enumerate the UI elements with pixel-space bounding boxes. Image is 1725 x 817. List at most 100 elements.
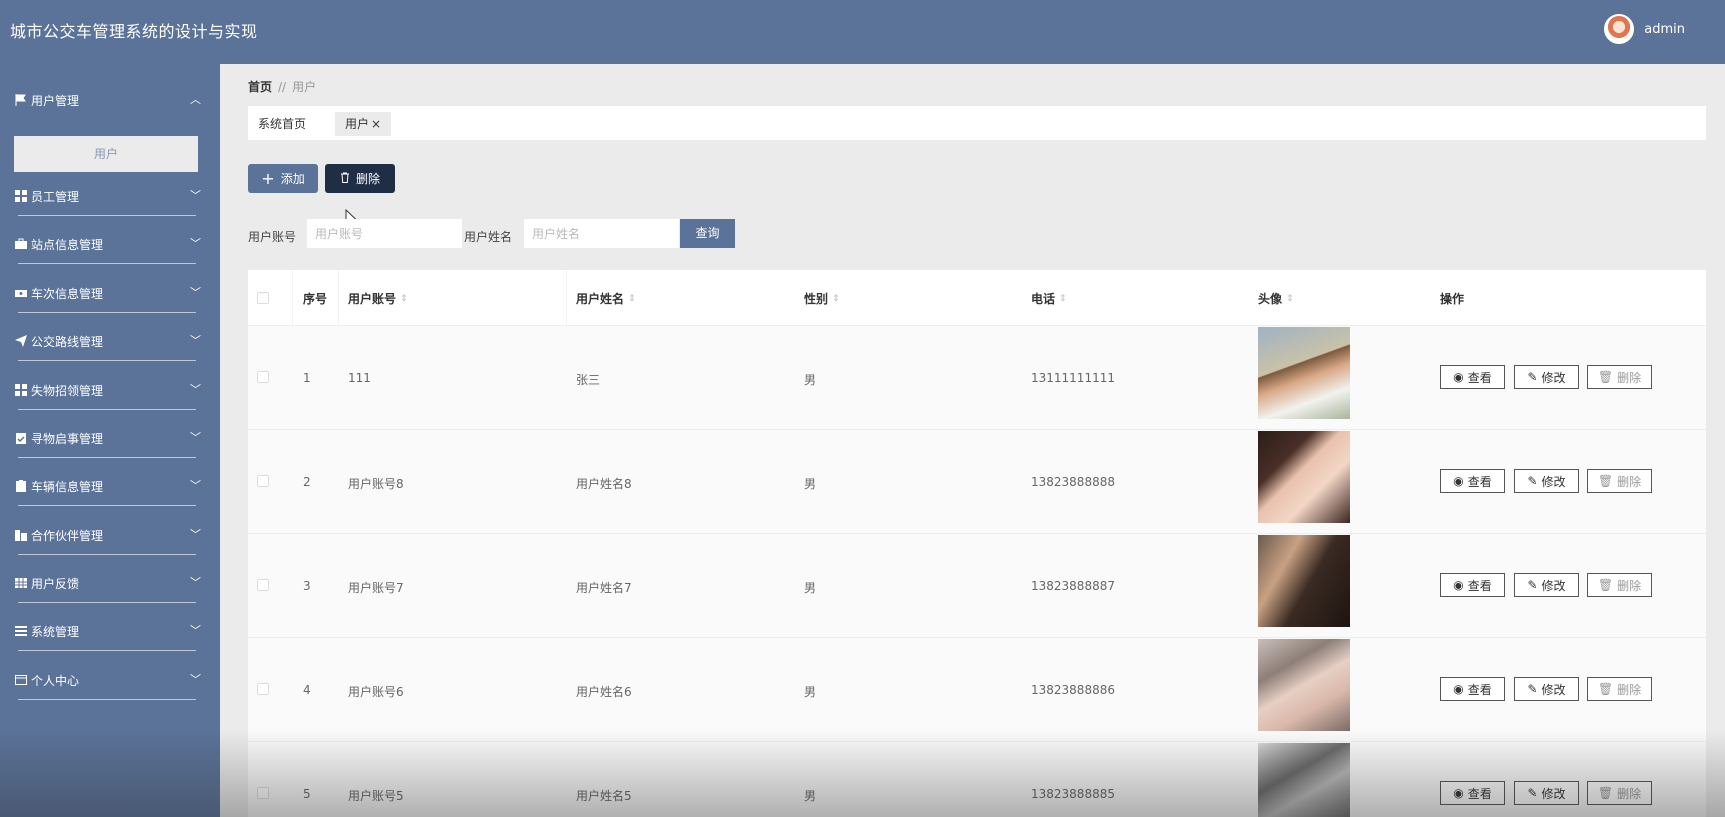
eye-icon: ◉ bbox=[1453, 786, 1464, 800]
cell-phone: 13111111111 bbox=[1031, 371, 1115, 385]
sort-icon[interactable]: ⇕ bbox=[1059, 294, 1067, 304]
sidebar-item-partner[interactable]: 合作伙伴管理 ﹀ bbox=[0, 511, 220, 559]
edit-button-label: 修改 bbox=[1541, 682, 1566, 697]
view-button[interactable]: ◉ 查看 bbox=[1440, 573, 1505, 597]
column-header-account[interactable]: 用户账号 ⇕ bbox=[348, 290, 408, 307]
add-button[interactable]: + 添加 bbox=[248, 164, 318, 193]
briefcase-icon bbox=[14, 237, 27, 250]
sidebar-item-vehicle[interactable]: 车辆信息管理 ﹀ bbox=[0, 462, 220, 510]
column-header-phone[interactable]: 电话 ⇕ bbox=[1031, 290, 1067, 307]
sidebar-item-label: 车辆信息管理 bbox=[31, 480, 104, 494]
sidebar-item-system[interactable]: 系统管理 ﹀ bbox=[0, 607, 220, 655]
account-search-input[interactable] bbox=[307, 219, 462, 248]
cell-account: 111 bbox=[348, 371, 371, 385]
eye-icon: ◉ bbox=[1453, 370, 1464, 384]
clipboard-icon bbox=[14, 431, 27, 444]
sidebar-item-label: 寻物启事管理 bbox=[31, 432, 104, 446]
column-header-label: 操作 bbox=[1440, 292, 1465, 306]
view-button[interactable]: ◉ 查看 bbox=[1440, 781, 1505, 805]
row-checkbox[interactable] bbox=[257, 787, 269, 799]
sidebar-item-station[interactable]: 站点信息管理 ﹀ bbox=[0, 220, 220, 268]
chevron-down-icon: ﹀ bbox=[190, 334, 201, 347]
view-button[interactable]: ◉ 查看 bbox=[1440, 677, 1505, 701]
cell-index: 4 bbox=[303, 683, 311, 697]
row-delete-button[interactable]: 🗑 删除 bbox=[1587, 469, 1652, 493]
edit-button[interactable]: ✎ 修改 bbox=[1514, 365, 1579, 389]
eye-icon: ◉ bbox=[1453, 682, 1464, 696]
sidebar-item-bus-route[interactable]: 公交路线管理 ﹀ bbox=[0, 317, 220, 365]
table-icon bbox=[14, 576, 27, 589]
sort-icon[interactable]: ⇕ bbox=[832, 294, 840, 304]
cell-name: 张三 bbox=[576, 373, 601, 387]
sidebar-item-profile[interactable]: 个人中心 ﹀ bbox=[0, 656, 220, 704]
sidebar-item-feedback[interactable]: 用户反馈 ﹀ bbox=[0, 559, 220, 607]
column-header-avatar[interactable]: 头像 ⇕ bbox=[1258, 290, 1294, 307]
column-header-name[interactable]: 用户姓名 ⇕ bbox=[576, 290, 636, 307]
close-icon[interactable]: × bbox=[371, 117, 381, 131]
sidebar-item-label: 用户反馈 bbox=[31, 577, 80, 591]
view-button[interactable]: ◉ 查看 bbox=[1440, 469, 1505, 493]
sidebar: 用户管理 ︿ 用户 员工管理 ﹀ 站点信息管理 ﹀ 车次信息管理 ﹀ 公交路线管… bbox=[0, 64, 220, 817]
delete-button[interactable]: 删除 bbox=[325, 164, 395, 193]
row-delete-button[interactable]: 🗑 删除 bbox=[1587, 573, 1652, 597]
sidebar-subitem-user[interactable]: 用户 bbox=[14, 136, 198, 172]
edit-button[interactable]: ✎ 修改 bbox=[1514, 469, 1579, 493]
cell-phone: 13823888887 bbox=[1031, 579, 1115, 593]
send-icon bbox=[14, 334, 27, 347]
sidebar-item-lost-found[interactable]: 失物招领管理 ﹀ bbox=[0, 366, 220, 414]
sort-icon[interactable]: ⇕ bbox=[1286, 294, 1294, 304]
trash-icon: 🗑 bbox=[1597, 370, 1614, 384]
sort-icon[interactable]: ⇕ bbox=[628, 294, 636, 304]
cell-name: 用户姓名5 bbox=[576, 789, 632, 803]
query-button[interactable]: 查询 bbox=[680, 219, 735, 248]
trash-icon: 🗑 bbox=[1597, 474, 1614, 488]
row-checkbox[interactable] bbox=[257, 579, 269, 591]
divider bbox=[18, 554, 196, 555]
view-button-label: 查看 bbox=[1467, 578, 1492, 593]
row-delete-button[interactable]: 🗑 删除 bbox=[1587, 781, 1652, 805]
chevron-down-icon: ﹀ bbox=[190, 528, 201, 541]
tab-user[interactable]: 用户 × bbox=[335, 112, 392, 136]
sort-icon[interactable]: ⇕ bbox=[400, 294, 408, 304]
breadcrumb: 首页 // 用户 bbox=[248, 78, 316, 95]
column-header-label: 用户账号 bbox=[348, 292, 397, 306]
edit-button[interactable]: ✎ 修改 bbox=[1514, 781, 1579, 805]
cell-gender: 男 bbox=[804, 789, 817, 803]
table-row: 3 用户账号7 用户姓名7 男 13823888887 ◉ 查看 ✎ 修改 🗑 删除 bbox=[248, 534, 1706, 638]
row-checkbox[interactable] bbox=[257, 475, 269, 487]
edit-button[interactable]: ✎ 修改 bbox=[1514, 573, 1579, 597]
grid-icon bbox=[14, 383, 27, 396]
edit-icon: ✎ bbox=[1527, 682, 1538, 696]
edit-button[interactable]: ✎ 修改 bbox=[1514, 677, 1579, 701]
edit-icon: ✎ bbox=[1527, 578, 1538, 592]
avatar[interactable] bbox=[1604, 14, 1635, 44]
sidebar-item-user-management[interactable]: 用户管理 ︿ bbox=[0, 76, 220, 124]
row-checkbox[interactable] bbox=[257, 371, 269, 383]
tab-label: 系统首页 bbox=[258, 117, 307, 131]
sidebar-item-label: 车次信息管理 bbox=[31, 287, 104, 301]
divider bbox=[18, 699, 196, 700]
chevron-down-icon: ﹀ bbox=[190, 431, 201, 444]
breadcrumb-home[interactable]: 首页 bbox=[248, 80, 272, 94]
cell-index: 2 bbox=[303, 475, 311, 489]
user-menu[interactable]: admin bbox=[1604, 14, 1685, 44]
row-checkbox[interactable] bbox=[257, 683, 269, 695]
window-icon bbox=[14, 673, 27, 686]
view-button[interactable]: ◉ 查看 bbox=[1440, 365, 1505, 389]
name-search-input[interactable] bbox=[524, 219, 679, 248]
avatar-photo bbox=[1258, 535, 1350, 627]
username[interactable]: admin bbox=[1644, 22, 1685, 37]
sidebar-item-employee[interactable]: 员工管理 ﹀ bbox=[0, 172, 220, 220]
cell-name: 用户姓名6 bbox=[576, 685, 632, 699]
sidebar-item-label: 系统管理 bbox=[31, 625, 80, 639]
select-all-checkbox[interactable] bbox=[257, 292, 269, 304]
sidebar-item-lost-notice[interactable]: 寻物启事管理 ﹀ bbox=[0, 414, 220, 462]
row-delete-button[interactable]: 🗑 删除 bbox=[1587, 677, 1652, 701]
trash-icon: 🗑 bbox=[1597, 786, 1614, 800]
column-header-gender[interactable]: 性别 ⇕ bbox=[804, 290, 840, 307]
tab-home[interactable]: 系统首页 bbox=[248, 112, 316, 136]
view-button-label: 查看 bbox=[1467, 474, 1492, 489]
sidebar-item-trip[interactable]: 车次信息管理 ﹀ bbox=[0, 269, 220, 317]
divider bbox=[18, 457, 196, 458]
row-delete-button[interactable]: 🗑 删除 bbox=[1587, 365, 1652, 389]
